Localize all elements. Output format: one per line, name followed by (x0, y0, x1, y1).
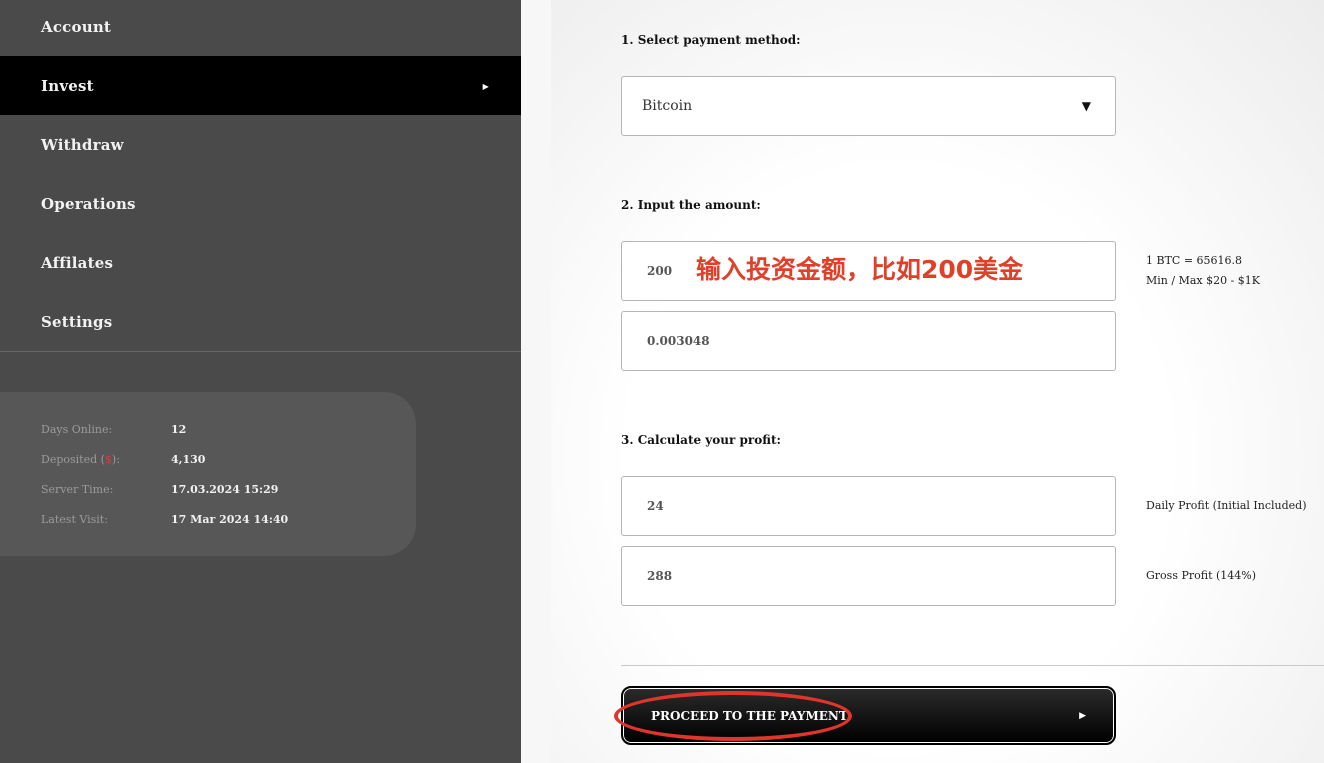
sidebar-item-account[interactable]: Account (0, 0, 521, 56)
daily-profit-value: 24 (647, 499, 664, 513)
sidebar-item-label: Affilates (41, 253, 114, 272)
sidebar-item-label: Account (41, 17, 112, 36)
gross-profit-value: 288 (647, 569, 673, 583)
server-time-value: 17.03.2024 15:29 (171, 483, 279, 496)
sidebar-item-operations[interactable]: Operations (0, 174, 521, 233)
sidebar-item-label: Invest (41, 76, 94, 95)
sidebar-item-invest[interactable]: Invest ▶ (0, 56, 521, 115)
latest-visit-value: 17 Mar 2024 14:40 (171, 513, 289, 526)
sidebar-item-affilates[interactable]: Affilates (0, 233, 521, 292)
step2-title: 2. Input the amount: (621, 198, 761, 212)
days-online-value: 12 (171, 423, 187, 436)
sidebar-item-label: Withdraw (41, 135, 124, 154)
daily-profit-label: Daily Profit (Initial Included) (1146, 499, 1307, 512)
days-online-label: Days Online: (41, 423, 113, 436)
sidebar-item-settings[interactable]: Settings (0, 292, 521, 351)
amount-annotation: 输入投资金额，比如200美金 (696, 255, 1024, 284)
form-divider (621, 665, 1324, 666)
amount-btc-field[interactable]: 0.003048 (621, 311, 1116, 371)
proceed-label: PROCEED TO THE PAYMENT (651, 708, 848, 723)
payment-method-value: Bitcoin (642, 98, 693, 114)
amount-usd-input[interactable]: 200 输入投资金额，比如200美金 (621, 241, 1116, 301)
gross-profit-label: Gross Profit (144%) (1146, 569, 1257, 582)
sidebar-item-withdraw[interactable]: Withdraw (0, 115, 521, 174)
play-arrow-icon: ▶ (1079, 710, 1086, 721)
deposited-label: Deposited ($): (41, 453, 120, 466)
chevron-right-icon: ▶ (482, 80, 489, 91)
proceed-to-payment-button[interactable]: PROCEED TO THE PAYMENT ▶ (621, 686, 1116, 745)
latest-visit-label: Latest Visit: (41, 513, 108, 526)
payment-method-select[interactable]: Bitcoin ▼ (621, 76, 1116, 136)
sidebar-item-label: Operations (41, 194, 136, 213)
content-gutter (521, 0, 551, 763)
deposited-value: 4,130 (171, 453, 206, 466)
step3-title: 3. Calculate your profit: (621, 433, 781, 447)
sidebar-item-label: Settings (41, 312, 113, 331)
account-stats-panel: Days Online: 12 Deposited ($): 4,130 Ser… (0, 392, 416, 556)
rate-info: 1 BTC = 65616.8 Min / Max $20 - $1K (1146, 251, 1260, 291)
step1-title: 1. Select payment method: (621, 33, 801, 47)
gross-profit-field[interactable]: 288 (621, 546, 1116, 606)
btc-rate: 1 BTC = 65616.8 (1146, 254, 1243, 267)
daily-profit-field[interactable]: 24 (621, 476, 1116, 536)
sidebar-divider (0, 351, 521, 352)
amount-btc-value: 0.003048 (647, 334, 710, 348)
invest-form: 1. Select payment method: Bitcoin ▼ 2. I… (551, 0, 1324, 763)
currency-symbol: $ (104, 453, 112, 466)
min-max-limit: Min / Max $20 - $1K (1146, 274, 1261, 287)
server-time-label: Server Time: (41, 483, 114, 496)
amount-usd-value: 200 (647, 264, 673, 278)
sidebar: Account Invest ▶ Withdraw Operations Aff… (0, 0, 521, 763)
dropdown-arrow-icon: ▼ (1081, 99, 1091, 113)
